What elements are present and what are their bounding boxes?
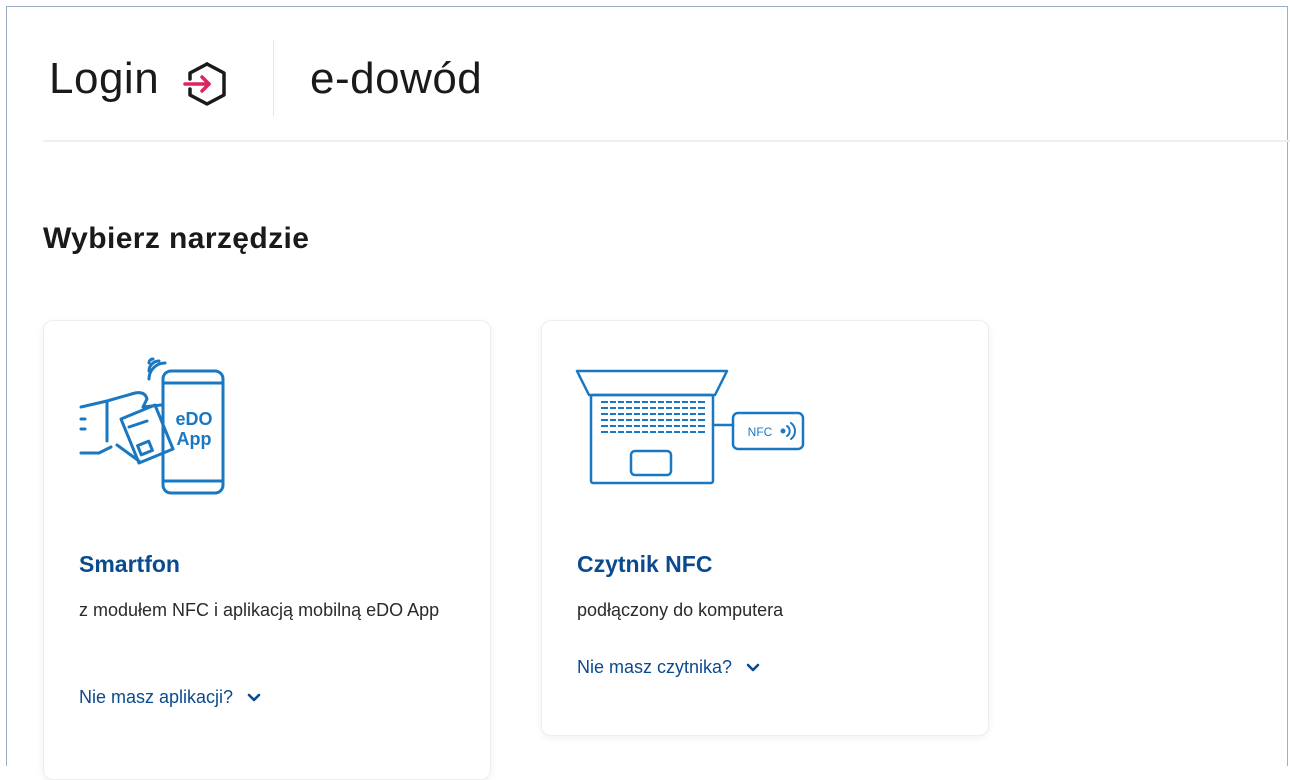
card-title-nfc-reader: Czytnik NFC: [577, 551, 713, 577]
header-divider: [273, 40, 274, 116]
no-reader-link-label: Nie masz czytnika?: [577, 657, 733, 677]
edo-app-label-line1: eDO: [175, 409, 212, 429]
chevron-down-icon: [746, 663, 760, 671]
login-title: Login: [49, 54, 160, 103]
card-title-smartphone: Smartfon: [79, 551, 180, 577]
section-title: Wybierz narzędzie: [43, 222, 310, 255]
hand-phone-card-icon: eDO App: [79, 357, 225, 495]
chevron-down-icon: [247, 693, 261, 701]
no-app-link[interactable]: Nie masz aplikacji?: [79, 687, 261, 708]
login-icon: [183, 62, 226, 106]
no-app-link-label: Nie masz aplikacji?: [79, 687, 234, 707]
service-title: e-dowód: [310, 54, 483, 103]
tool-card-smartphone[interactable]: eDO App Smartfon z modułem NFC i aplikac…: [43, 320, 491, 780]
no-reader-link[interactable]: Nie masz czytnika?: [577, 657, 760, 678]
card-description-nfc-reader: podłączony do komputera: [577, 600, 784, 620]
page-header: Login e-dowód: [43, 40, 1290, 142]
nfc-reader-label: NFC: [748, 425, 773, 439]
tool-card-nfc-reader[interactable]: NFC Czytnik NFC podłączony do komputera …: [541, 320, 989, 736]
card-description-smartphone: z modułem NFC i aplikacją mobilną eDO Ap…: [79, 600, 440, 620]
laptop-nfc-reader-icon: NFC: [575, 369, 805, 485]
edo-app-label-line2: App: [177, 429, 212, 449]
